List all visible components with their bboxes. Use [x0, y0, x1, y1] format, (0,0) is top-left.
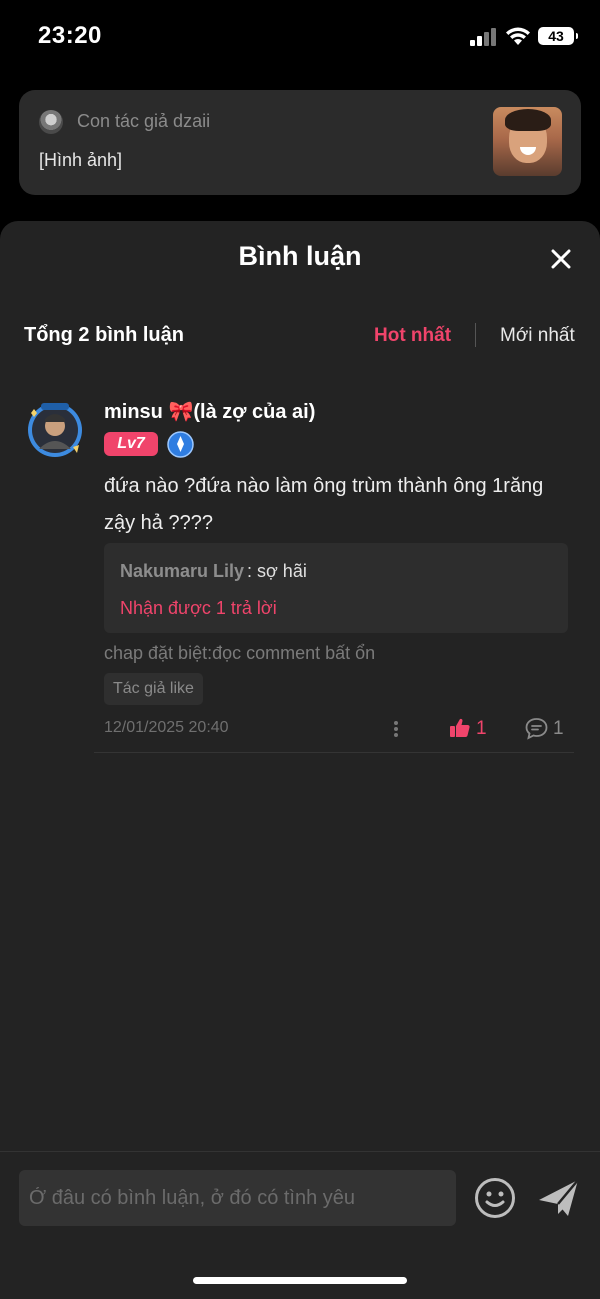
reply-separator: : — [247, 561, 253, 581]
author-liked-tag: Tác giả like — [104, 673, 203, 705]
comment-input[interactable] — [19, 1170, 456, 1226]
sheet-title: Bình luận — [238, 241, 362, 271]
notification-thumbnail[interactable] — [493, 107, 562, 176]
comment-username[interactable]: minsu 🎀(là zợ của ai) — [104, 399, 315, 424]
comment-date: 12/01/2025 20:40 — [104, 719, 229, 736]
comment-sheet — [0, 221, 600, 1299]
battery-indicator: 43 — [538, 27, 578, 45]
comment-divider — [94, 752, 574, 753]
user-avatar[interactable] — [25, 399, 85, 459]
reply-text: sợ hãi — [257, 561, 307, 581]
sort-divider — [475, 323, 476, 347]
chapter-label[interactable]: chap đặt biệt:đọc comment bất ổn — [104, 643, 375, 664]
comment-bubble-icon[interactable] — [524, 716, 549, 741]
send-icon[interactable] — [537, 1176, 581, 1220]
status-time: 23:20 — [38, 22, 102, 49]
author-avatar — [39, 110, 63, 134]
level-badge: Lv7 — [104, 432, 158, 456]
reply-username: Nakumaru Lily — [120, 561, 245, 581]
wifi-icon — [506, 27, 530, 45]
reply-preview[interactable] — [104, 543, 568, 633]
notification-author: Con tác giả dzaii — [77, 111, 211, 131]
like-count: 1 — [476, 718, 487, 739]
composer-divider — [0, 1151, 600, 1152]
close-icon[interactable] — [548, 246, 574, 272]
comment-total: Tổng 2 bình luận — [24, 324, 184, 346]
view-replies-link[interactable]: Nhận được 1 trả lời — [120, 598, 277, 619]
reply-count: 1 — [553, 718, 564, 739]
notification-content: [Hình ảnh] — [39, 150, 123, 170]
thumbs-up-icon[interactable] — [449, 717, 471, 739]
vip-badge-icon — [167, 431, 194, 458]
comment-text: đứa nào ?đứa nào làm ông trùm thành ông … — [104, 475, 544, 534]
sort-newest-tab[interactable]: Mới nhất — [500, 325, 575, 347]
home-indicator[interactable] — [193, 1277, 407, 1284]
cellular-signal-icon — [470, 28, 496, 46]
more-options-icon[interactable] — [388, 718, 404, 740]
emoji-icon[interactable] — [474, 1177, 516, 1219]
sort-hot-tab[interactable]: Hot nhất — [374, 325, 451, 347]
